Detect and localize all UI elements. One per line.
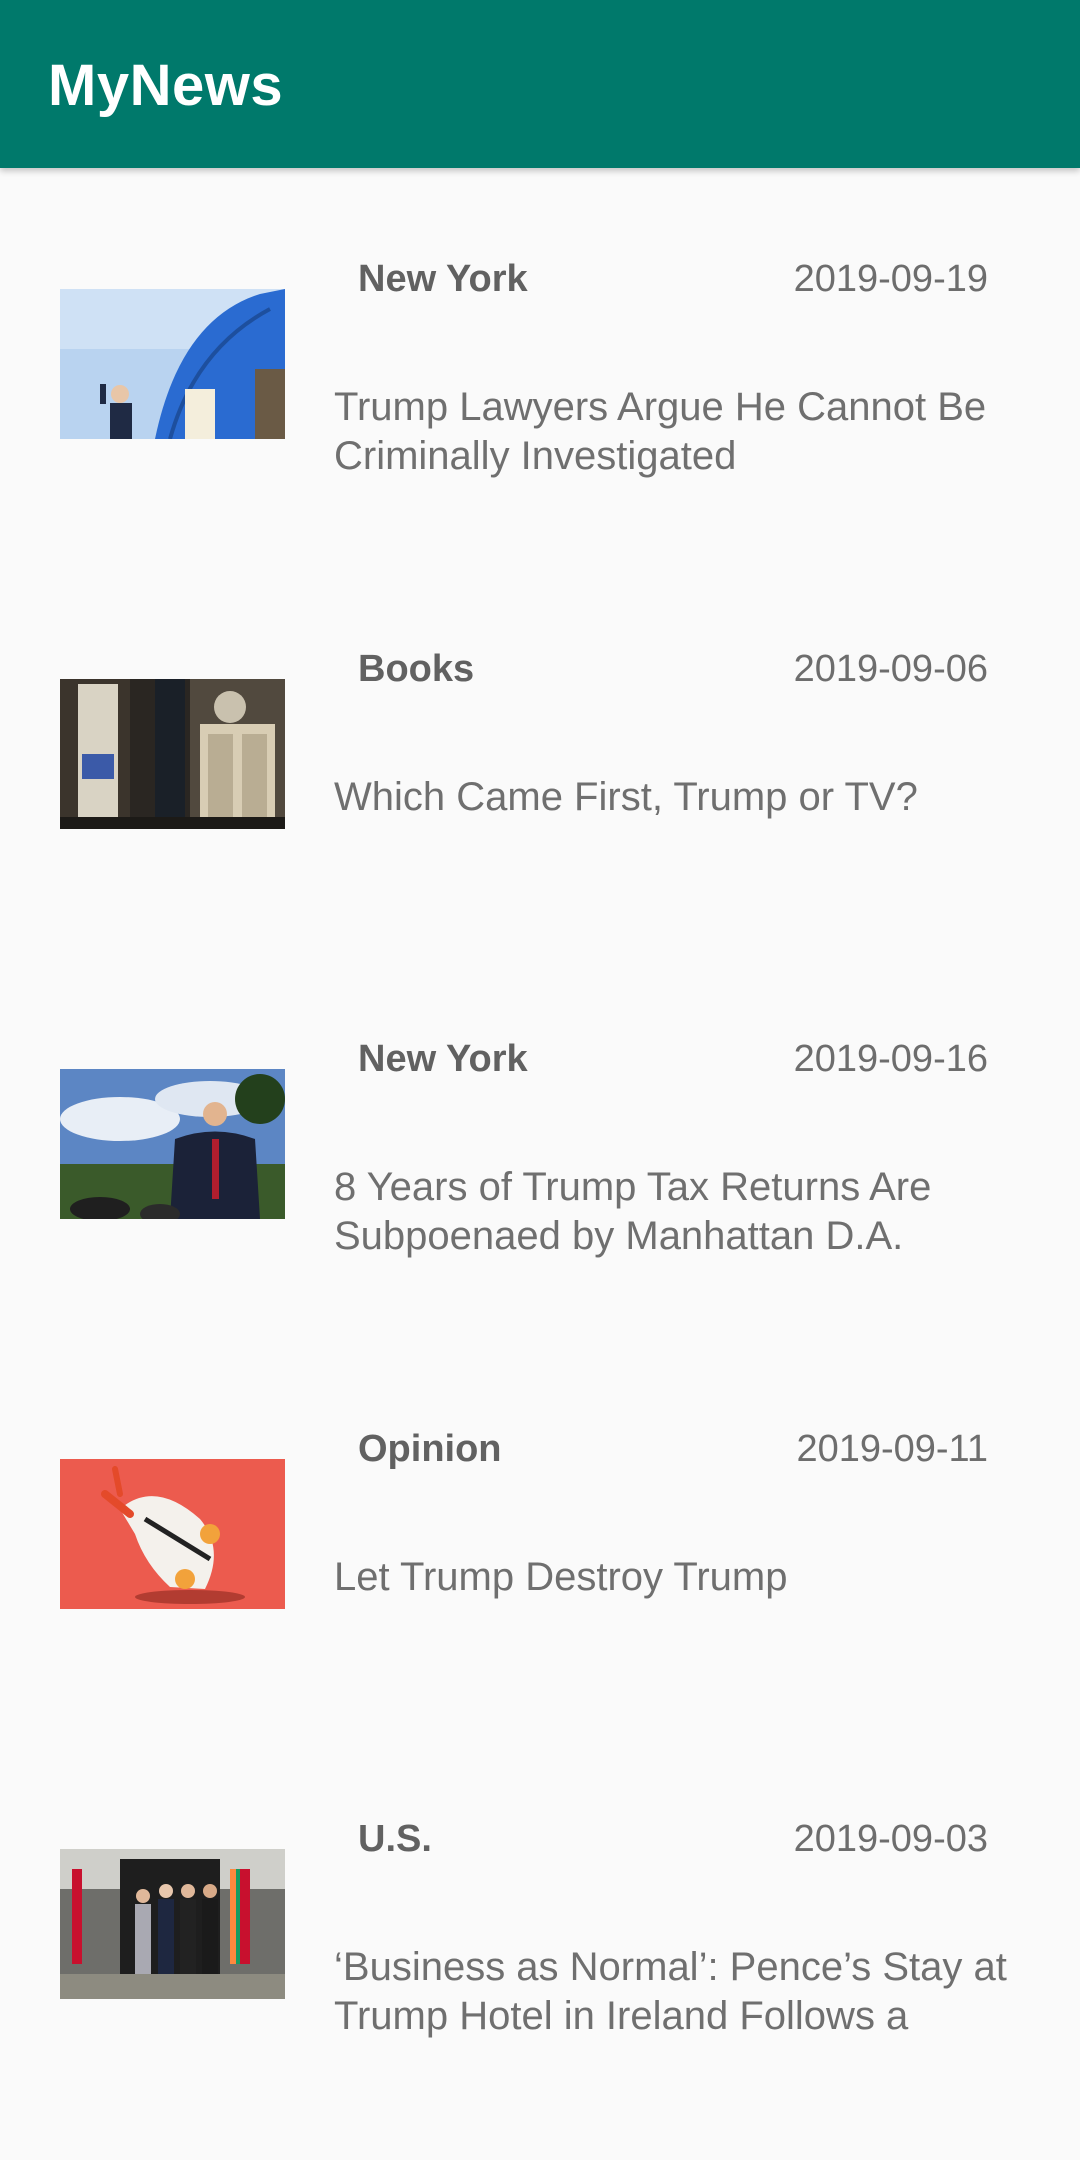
article-section: Books <box>358 648 475 690</box>
article-item[interactable]: New York 2019-09-16 8 Years of Trump Tax… <box>0 948 1080 1338</box>
article-section: Opinion <box>358 1428 502 1470</box>
article-headline: 8 Years of Trump Tax Returns Are Subpoen… <box>334 1165 932 1258</box>
app-bar: MyNews <box>0 0 1080 168</box>
article-section: U.S. <box>358 1818 432 1860</box>
photo-flags-group-image <box>60 1849 285 1999</box>
photo-whitehouse-image <box>60 679 285 829</box>
article-date: 2019-09-19 <box>793 258 988 300</box>
article-date: 2019-09-03 <box>793 1818 988 1860</box>
article-headline: Which Came First, Trump or TV? <box>334 775 918 819</box>
article-thumbnail <box>60 289 285 439</box>
article-thumbnail <box>60 1069 285 1219</box>
article-item[interactable]: New York 2019-09-19 Trump Lawyers Argue … <box>0 168 1080 558</box>
photo-plane-image <box>60 289 285 439</box>
article-date: 2019-09-11 <box>796 1428 988 1470</box>
app-title: MyNews <box>48 53 284 118</box>
article-thumbnail <box>60 1459 285 1609</box>
article-thumbnail <box>60 679 285 829</box>
article-headline: ‘Business as Normal’: Pence’s Stay at Tr… <box>334 1945 1007 2038</box>
article-headline: Let Trump Destroy Trump <box>334 1555 788 1599</box>
article-list[interactable]: New York 2019-09-19 Trump Lawyers Argue … <box>0 168 1080 2160</box>
article-date: 2019-09-16 <box>793 1038 988 1080</box>
article-date: 2019-09-06 <box>793 648 988 690</box>
article-thumbnail <box>60 1849 285 1999</box>
illustration-judo-image <box>60 1459 285 1609</box>
article-item[interactable]: Opinion 2019-09-11 Let Trump Destroy Tru… <box>0 1338 1080 1728</box>
article-headline: Trump Lawyers Argue He Cannot Be Crimina… <box>334 385 987 478</box>
photo-outdoor-portrait-image <box>60 1069 285 1219</box>
article-item[interactable]: U.S. 2019-09-03 ‘Business as Normal’: Pe… <box>0 1728 1080 2118</box>
article-section: New York <box>358 258 528 300</box>
article-section: New York <box>358 1038 528 1080</box>
article-item[interactable]: Books 2019-09-06 Which Came First, Trump… <box>0 558 1080 948</box>
